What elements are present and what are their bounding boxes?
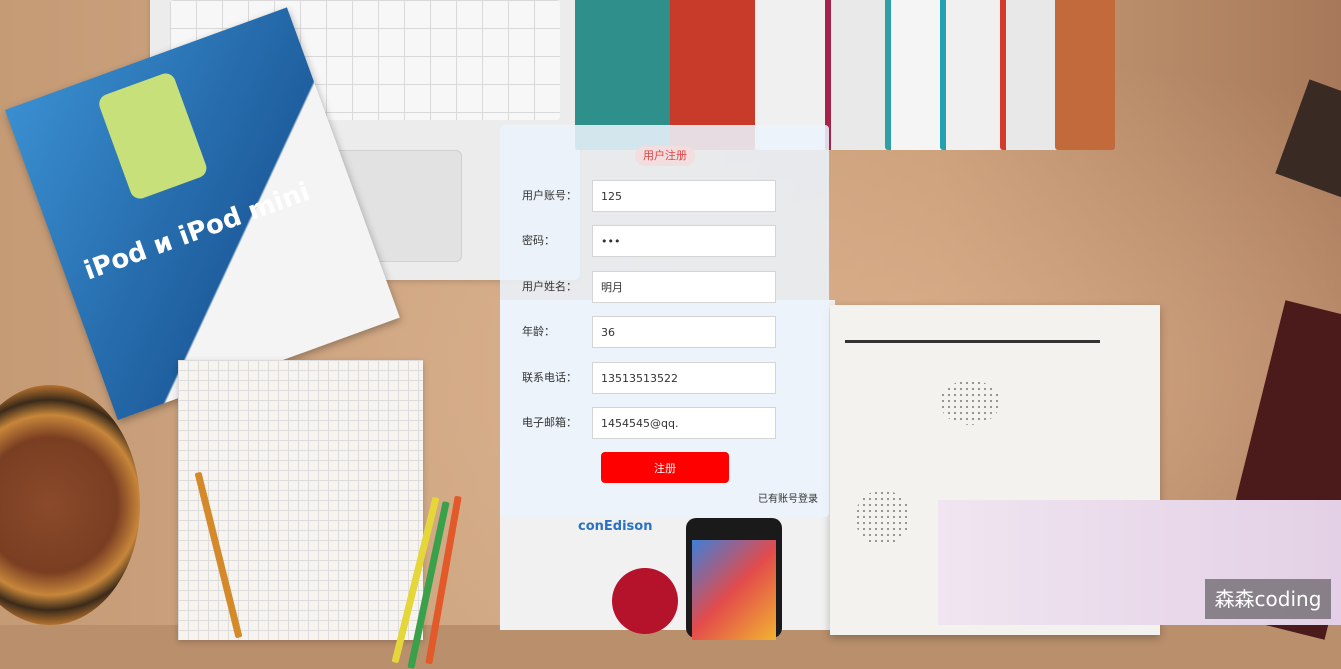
ipod-image [96,70,210,202]
account-label: 用户账号： [522,189,577,202]
lg-logo [612,568,678,634]
age-input[interactable] [592,316,776,348]
phone-image [686,518,782,640]
name-input[interactable] [592,271,776,303]
notepad-image [178,360,423,640]
form-title: 用户注册 [635,146,695,166]
brochure-title: iPod и iPod mini [80,176,314,287]
email-input[interactable] [592,407,776,439]
login-link[interactable]: 已有账号登录 [758,490,818,505]
age-label: 年龄： [522,325,555,338]
watermark: 森森coding [1205,579,1331,619]
account-input[interactable] [592,180,776,212]
name-label: 用户姓名： [522,280,577,293]
phone-label: 联系电话： [522,371,577,384]
email-label: 电子邮箱： [522,416,577,429]
phone-input[interactable] [592,362,776,394]
password-input[interactable] [592,225,776,257]
conedison-logo: conEdison [578,519,653,534]
password-label: 密码： [522,234,555,247]
register-button[interactable]: 注册 [601,452,729,483]
